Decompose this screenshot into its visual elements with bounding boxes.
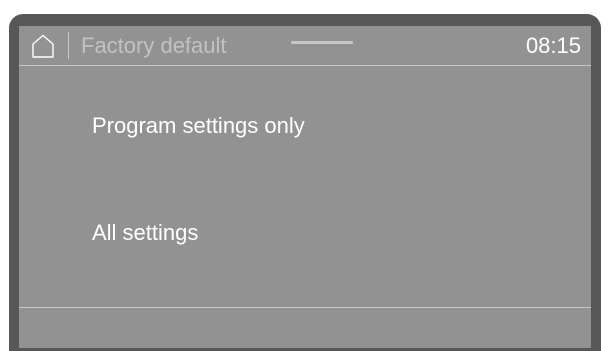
- header-divider: [68, 32, 69, 59]
- clock-time: 08:15: [525, 33, 581, 58]
- option-all-settings[interactable]: All settings: [19, 203, 591, 263]
- footer-separator: [19, 307, 591, 308]
- page-title: Factory default: [81, 33, 227, 58]
- option-label: Program settings only: [92, 113, 305, 138]
- display-screen: Factory default 08:15 Program settings o…: [19, 26, 591, 348]
- header-separator: [19, 65, 591, 66]
- device-bezel: Factory default 08:15 Program settings o…: [9, 14, 601, 351]
- home-icon[interactable]: [31, 34, 55, 58]
- option-program-settings-only[interactable]: Program settings only: [19, 96, 591, 156]
- option-label: All settings: [92, 220, 199, 245]
- header-bar: Factory default 08:15: [19, 26, 591, 65]
